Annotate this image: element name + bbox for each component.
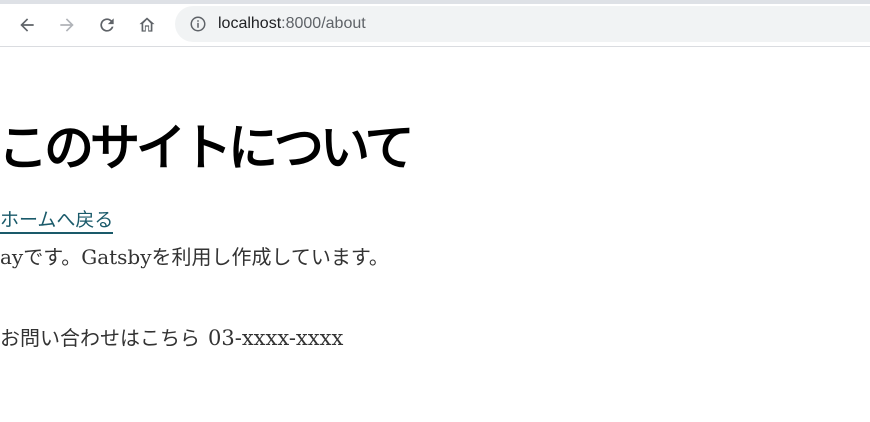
browser-toolbar: localhost:8000/about: [0, 0, 870, 47]
arrow-right-icon: [60, 18, 74, 32]
reload-icon: [100, 18, 114, 32]
info-icon[interactable]: [189, 15, 207, 33]
url-text[interactable]: localhost:8000/about: [218, 15, 366, 33]
forward-button[interactable]: [54, 12, 80, 38]
page-content: このサイトについて ホームへ戻る ayです。Gatsbyを利用し作成しています。…: [0, 48, 870, 422]
contact-line: お問い合わせはこちら 03-xxxx-xxxx: [0, 322, 343, 351]
home-button[interactable]: [134, 12, 160, 38]
home-icon: [139, 17, 155, 32]
tab-strip-edge: [0, 0, 870, 4]
arrow-left-icon: [20, 18, 34, 32]
intro-text: ayです。Gatsbyを利用し作成しています。: [0, 245, 389, 269]
page-title: このサイトについて: [0, 119, 414, 177]
url-host: localhost: [218, 15, 282, 32]
contact-label: お問い合わせはこちら: [0, 326, 200, 350]
address-bar[interactable]: localhost:8000/about: [175, 6, 870, 42]
url-path: :8000/about: [281, 15, 366, 32]
reload-button[interactable]: [94, 12, 120, 38]
home-link[interactable]: ホームへ戻る: [0, 208, 114, 234]
back-button[interactable]: [14, 12, 40, 38]
contact-phone: 03-xxxx-xxxx: [208, 326, 344, 350]
